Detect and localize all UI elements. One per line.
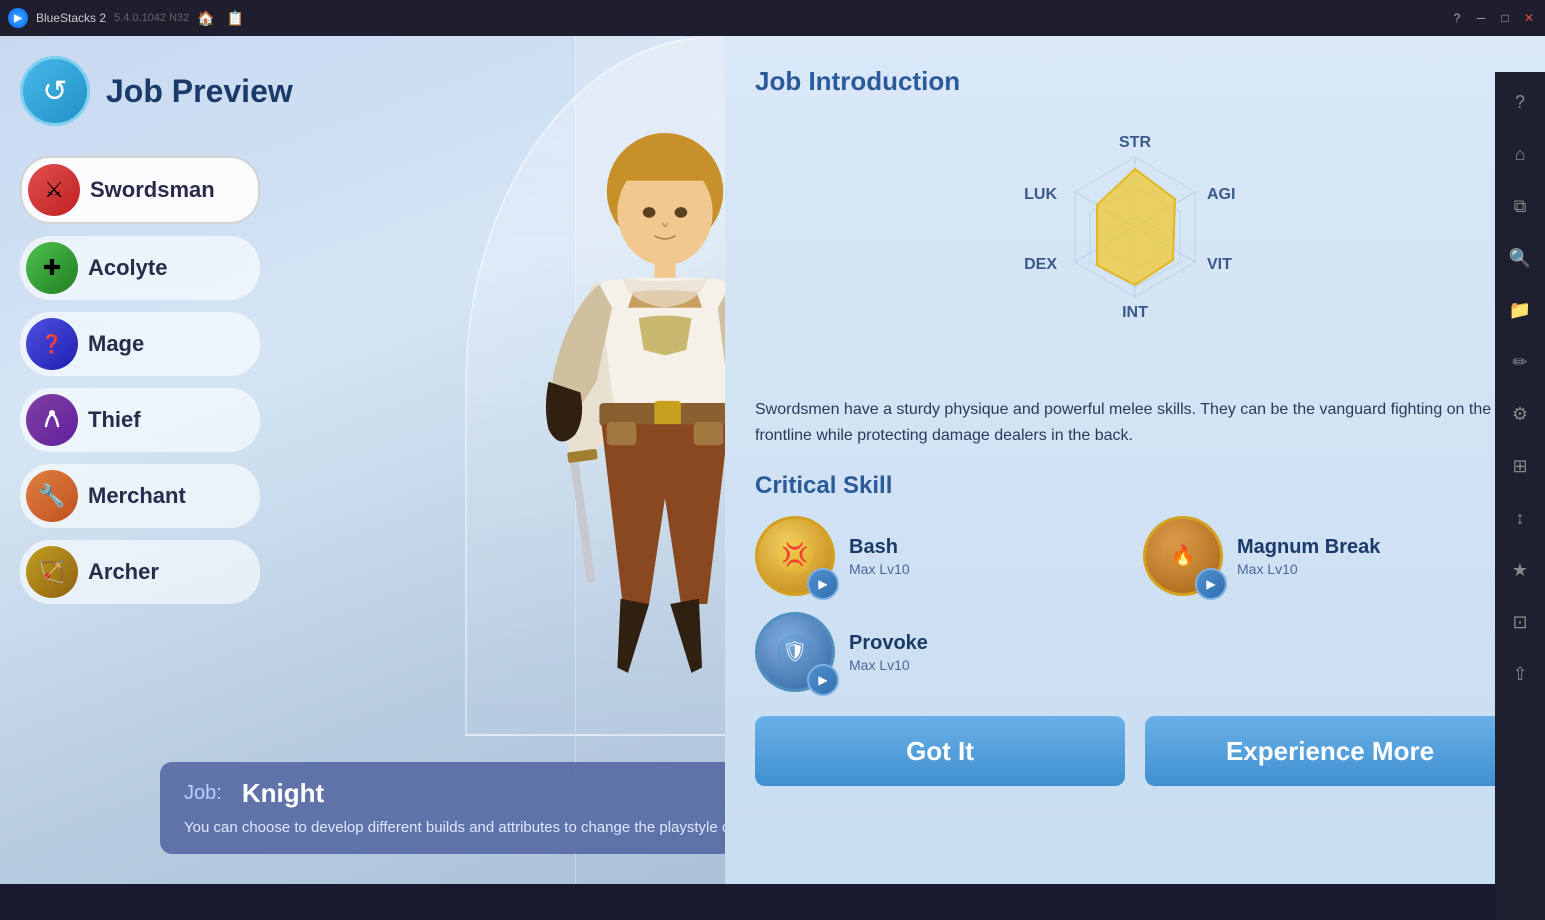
right-sidebar: ? ⌂ ⧉ 🔍 📁 ✏ ⚙ ⊞ ↕ ★ ⊡ ⇧ — [1495, 72, 1545, 920]
mage-icon: ❓ — [26, 318, 78, 370]
magnum-svg: 🔥 — [1161, 534, 1205, 578]
bash-level: Max Lv10 — [849, 561, 910, 577]
magnum-level: Max Lv10 — [1237, 561, 1380, 577]
magnum-icon-wrap: 🔥 ▶ — [1143, 516, 1223, 596]
bash-icon-wrap: 💢 ▶ — [755, 516, 835, 596]
provoke-play-button[interactable]: ▶ — [807, 664, 839, 696]
bottom-buttons: Got It Experience More — [755, 716, 1515, 786]
archer-icon: 🏹 — [26, 546, 78, 598]
copy-icon[interactable]: 📋 — [227, 10, 244, 27]
swordsman-icon: ⚔ — [28, 164, 80, 216]
thief-label: Thief — [88, 407, 141, 433]
sidebar-icon-help[interactable]: ? — [1502, 84, 1538, 120]
minimize-btn[interactable]: ─ — [1473, 10, 1489, 26]
provoke-name: Provoke — [849, 632, 928, 655]
sidebar-icon-grid[interactable]: ⊞ — [1502, 448, 1538, 484]
bash-name: Bash — [849, 536, 910, 559]
refresh-button[interactable]: ↺ — [20, 56, 90, 126]
app-version: 5.4.0.1042 N32 — [114, 12, 189, 24]
sidebar-icon-copy[interactable]: ⧉ — [1502, 188, 1538, 224]
svg-text:INT: INT — [1122, 304, 1148, 321]
acolyte-label: Acolyte — [88, 255, 167, 281]
skill-item-magnum-break: 🔥 ▶ Magnum Break Max Lv10 — [1143, 516, 1515, 596]
job-name-value: Knight — [242, 778, 324, 809]
merchant-icon: 🔧 — [26, 470, 78, 522]
sidebar-icon-layers[interactable]: ⊡ — [1502, 604, 1538, 640]
radar-container: STR AGI VIT INT DEX LUK — [755, 117, 1515, 377]
skill-item-bash: 💢 ▶ Bash Max Lv10 — [755, 516, 1127, 596]
app-name: BlueStacks 2 — [36, 11, 106, 25]
help-btn[interactable]: ? — [1449, 10, 1465, 26]
merchant-label: Merchant — [88, 483, 186, 509]
skill-item-provoke: 🛡 ▶ Provoke Max Lv10 — [755, 612, 1127, 692]
svg-text:🛡: 🛡 — [782, 641, 807, 663]
bluestacks-logo: ▶ — [8, 8, 28, 28]
magnum-info: Magnum Break Max Lv10 — [1237, 536, 1380, 577]
title-bar-left: ▶ BlueStacks 2 5.4.0.1042 N32 🏠 📋 — [8, 8, 244, 28]
got-it-button[interactable]: Got It — [755, 716, 1125, 786]
main-content: ↺ Job Preview ⚔ Swordsman ✚ Acolyte ❓ Ma… — [0, 36, 1545, 884]
svg-text:DEX: DEX — [1024, 256, 1057, 273]
bash-svg: 💢 — [773, 534, 817, 578]
title-bar-icons: 🏠 📋 — [197, 10, 244, 27]
thief-svg-icon — [38, 406, 66, 434]
sidebar-icon-share[interactable]: ⇧ — [1502, 656, 1538, 692]
archer-label: Archer — [88, 559, 159, 585]
svg-text:AGI: AGI — [1207, 186, 1235, 203]
intro-section-title: Job Introduction — [755, 66, 1515, 97]
provoke-level: Max Lv10 — [849, 657, 928, 673]
close-btn[interactable]: ✕ — [1521, 10, 1537, 26]
sidebar-icon-star[interactable]: ★ — [1502, 552, 1538, 588]
restore-btn[interactable]: □ — [1497, 10, 1513, 26]
intro-text: Swordsmen have a sturdy physique and pow… — [755, 397, 1515, 448]
svg-text:💢: 💢 — [781, 542, 808, 567]
mage-label: Mage — [88, 331, 144, 357]
job-label-text: Job: — [184, 782, 222, 805]
radar-chart: STR AGI VIT INT DEX LUK — [975, 117, 1295, 377]
magnum-play-button[interactable]: ▶ — [1195, 568, 1227, 600]
sidebar-icon-settings[interactable]: ⚙ — [1502, 396, 1538, 432]
refresh-icon: ↺ — [42, 74, 67, 109]
experience-more-button[interactable]: Experience More — [1145, 716, 1515, 786]
provoke-icon-wrap: 🛡 ▶ — [755, 612, 835, 692]
sidebar-icon-arrow[interactable]: ↕ — [1502, 500, 1538, 536]
thief-icon — [26, 394, 78, 446]
magnum-name: Magnum Break — [1237, 536, 1380, 559]
acolyte-icon: ✚ — [26, 242, 78, 294]
provoke-info: Provoke Max Lv10 — [849, 632, 928, 673]
bash-info: Bash Max Lv10 — [849, 536, 910, 577]
title-bar: ▶ BlueStacks 2 5.4.0.1042 N32 🏠 📋 ? ─ □ … — [0, 0, 1545, 36]
provoke-svg: 🛡 — [773, 630, 817, 674]
critical-skill-title: Critical Skill — [755, 472, 1515, 500]
sidebar-icon-folder[interactable]: 📁 — [1502, 292, 1538, 328]
skills-grid: 💢 ▶ Bash Max Lv10 🔥 — [755, 516, 1515, 692]
bash-play-button[interactable]: ▶ — [807, 568, 839, 600]
svg-text:STR: STR — [1119, 134, 1151, 151]
sidebar-icon-pencil[interactable]: ✏ — [1502, 344, 1538, 380]
right-panel: Job Introduction — [725, 36, 1545, 884]
svg-text:VIT: VIT — [1207, 256, 1232, 273]
svg-text:🔥: 🔥 — [1171, 543, 1196, 567]
home-icon[interactable]: 🏠 — [197, 10, 214, 27]
svg-text:LUK: LUK — [1024, 186, 1057, 203]
sidebar-icon-home[interactable]: ⌂ — [1502, 136, 1538, 172]
sidebar-icon-search[interactable]: 🔍 — [1502, 240, 1538, 276]
title-bar-controls: ? ─ □ ✕ — [1449, 10, 1537, 26]
